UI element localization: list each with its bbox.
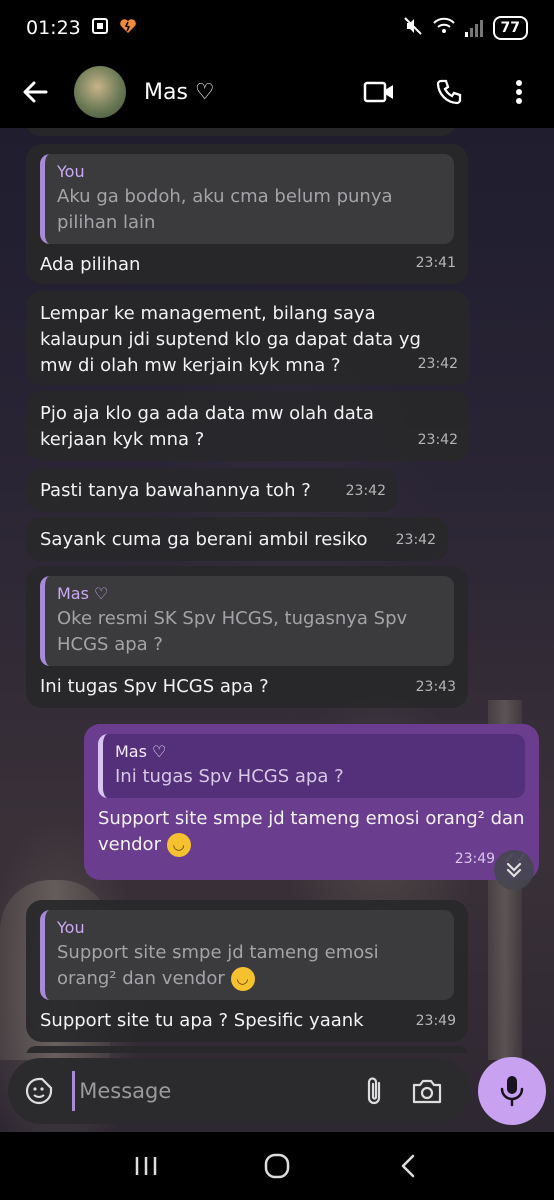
quote-text: Oke resmi SK Spv HCGS, tugasnya Spv HCGS… <box>57 608 408 655</box>
message-bubble[interactable]: You Support site smpe jd tameng emosi or… <box>26 900 468 1042</box>
message-bubble[interactable]: Lempar ke management, bilang saya kalaup… <box>26 291 470 385</box>
message-time: 23:43 <box>415 679 456 695</box>
upside-down-face-icon: ◡ <box>166 833 191 857</box>
contact-avatar[interactable] <box>74 66 126 118</box>
message-time: 23:42 <box>417 356 458 372</box>
back-nav-button[interactable] <box>378 1136 438 1196</box>
video-call-icon <box>363 81 393 103</box>
mute-icon <box>403 16 423 41</box>
composer <box>8 1058 470 1124</box>
previous-message-edge <box>26 128 456 136</box>
signal-icon <box>464 19 483 37</box>
quote-text: Support site smpe jd tameng emosi orang²… <box>57 942 379 989</box>
wifi-icon <box>432 17 455 40</box>
home-button[interactable] <box>247 1136 307 1196</box>
message-text: Pjo aja klo ga ada data mw olah data ker… <box>40 403 374 450</box>
status-time: 01:23 <box>26 17 81 39</box>
recent-apps-button[interactable] <box>116 1136 176 1196</box>
heart-broken-icon <box>119 17 137 40</box>
attach-button[interactable] <box>347 1075 400 1107</box>
message-time: 23:42 <box>345 483 386 499</box>
message-list[interactable]: You Aku ga bodoh, aku cma belum punya pi… <box>0 128 554 1053</box>
quote-sender: You <box>57 162 85 181</box>
more-options-button[interactable] <box>484 56 554 128</box>
message-bubble[interactable]: Sayank cuma ga berani ambil resiko 23:42 <box>26 517 448 561</box>
more-options-icon <box>516 80 522 104</box>
message-bubble[interactable]: Pjo aja klo ga ada data mw olah data ker… <box>26 391 470 461</box>
scroll-down-button[interactable] <box>494 850 534 890</box>
quote-sender: You <box>57 918 85 937</box>
quote-text-wrap: Support site smpe jd tameng emosi orang²… <box>57 940 442 992</box>
quote-sender: Mas ♡ <box>115 742 167 761</box>
status-left: 01:23 <box>26 17 137 40</box>
message-text: Ada pilihan <box>40 254 141 275</box>
message-bubble[interactable]: You Aku ga bodoh, aku cma belum punya pi… <box>26 144 468 284</box>
phone-icon <box>436 79 462 105</box>
message-time: 23:49 <box>415 1013 456 1029</box>
message-time: 23:41 <box>415 255 456 271</box>
battery-indicator: 77 <box>492 16 528 40</box>
message-bubble-outgoing[interactable]: Mas ♡ Ini tugas Spv HCGS apa ? Support s… <box>84 724 539 880</box>
quoted-reply[interactable]: Mas ♡ Ini tugas Spv HCGS apa ? <box>98 734 525 798</box>
contact-name[interactable]: Mas ♡ <box>144 80 344 105</box>
message-time: 23:42 <box>417 432 458 448</box>
attach-icon <box>367 1077 381 1105</box>
back-button[interactable] <box>0 56 70 128</box>
message-text: Pasti tanya bawahannya toh ? <box>40 480 311 501</box>
message-text: Support site tu apa ? Spesific yaank <box>40 1010 364 1031</box>
upside-down-face-icon: ◡ <box>230 967 255 991</box>
quoted-reply[interactable]: You Support site smpe jd tameng emosi or… <box>40 910 454 1000</box>
recent-apps-icon <box>135 1157 156 1175</box>
quoted-reply[interactable]: You Aku ga bodoh, aku cma belum punya pi… <box>40 154 454 244</box>
status-bar: 01:23 77 <box>0 0 554 56</box>
sticker-icon <box>25 1077 53 1105</box>
video-call-button[interactable] <box>344 56 414 128</box>
scroll-down-icon <box>506 862 522 878</box>
message-text: Sayank cuma ga berani ambil resiko <box>40 529 368 550</box>
message-bubble[interactable]: Pasti tanya bawahannya toh ? 23:42 <box>26 468 398 512</box>
voice-message-button[interactable] <box>478 1057 546 1125</box>
voice-call-button[interactable] <box>414 56 484 128</box>
back-nav-icon <box>402 1154 415 1178</box>
message-bubble[interactable]: Mas ♡ Oke resmi SK Spv HCGS, tugasnya Sp… <box>26 566 468 708</box>
system-nav-bar <box>0 1132 554 1200</box>
mic-icon <box>500 1076 524 1107</box>
message-time: 23:49 <box>454 851 496 867</box>
quoted-reply[interactable]: Mas ♡ Oke resmi SK Spv HCGS, tugasnya Sp… <box>40 576 454 666</box>
camera-icon <box>413 1079 442 1104</box>
chat-header: Mas ♡ <box>0 56 554 128</box>
message-text: Lempar ke management, bilang saya kalaup… <box>40 303 421 376</box>
message-input[interactable] <box>72 1071 348 1111</box>
back-arrow-icon <box>23 81 48 103</box>
home-icon <box>264 1153 290 1179</box>
quote-text: Aku ga bodoh, aku cma belum punya piliha… <box>57 186 393 233</box>
quote-text: Ini tugas Spv HCGS apa ? <box>115 766 344 787</box>
next-message-edge <box>26 1046 468 1053</box>
status-right: 77 <box>403 16 528 41</box>
sticker-button[interactable] <box>24 1076 54 1106</box>
message-time: 23:42 <box>395 532 436 548</box>
message-text: Ini tugas Spv HCGS apa ? <box>40 676 269 697</box>
screenshot-icon <box>91 17 109 40</box>
camera-button[interactable] <box>401 1077 454 1105</box>
quote-sender: Mas ♡ <box>57 584 109 603</box>
